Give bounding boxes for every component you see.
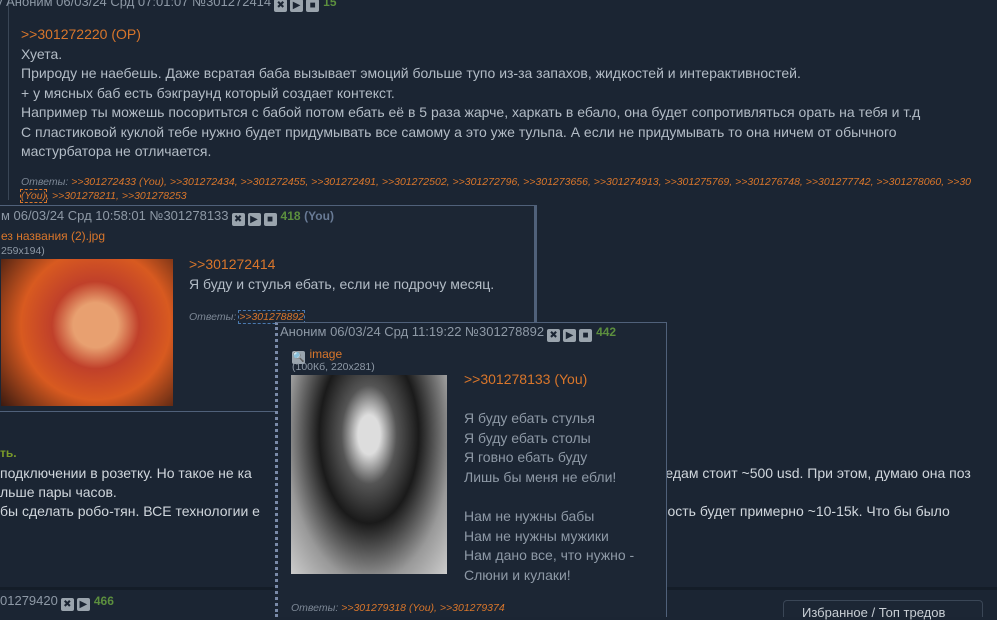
post-line: подключении в розетку. Но такое не ка bbox=[0, 465, 252, 481]
post-line: мастурбатора не отличается. bbox=[21, 143, 212, 159]
hide-icon[interactable]: ✖ bbox=[547, 329, 561, 342]
hide-icon[interactable]: ✖ bbox=[274, 0, 288, 12]
post-count: 442 bbox=[596, 325, 617, 339]
file-link[interactable]: image bbox=[309, 347, 342, 361]
post-line: Слюни и кулаки! bbox=[464, 566, 571, 583]
stop-icon[interactable]: ■ bbox=[579, 329, 593, 342]
post-image-thumbnail[interactable] bbox=[291, 375, 447, 574]
post-header: у Аноним 06/03/24 Срд 07:01:07 №30127241… bbox=[0, 0, 337, 12]
quote-link[interactable]: >>301272220 (OP) bbox=[21, 25, 991, 45]
play-icon[interactable]: ▶ bbox=[290, 0, 304, 12]
post-preview-popup: Аноним 06/03/24 Срд 11:19:22 №301278892 ✖… bbox=[275, 322, 667, 617]
play-icon[interactable]: ▶ bbox=[247, 213, 261, 226]
post-line: С пластиковой куклой тебе нужно будет пр… bbox=[21, 123, 897, 140]
post-line: Например ты можешь посоритьтся с бабой п… bbox=[21, 104, 921, 120]
post-text-right: ипедам стоит ~500 usd. При этом, думаю о… bbox=[650, 464, 990, 521]
post-body: Я буду ебать стулья Я буду ебать столы Я… bbox=[464, 409, 634, 585]
post-meta: у Аноним 06/03/24 Срд 07:01:07 №30127241… bbox=[0, 0, 272, 9]
hide-icon[interactable]: ✖ bbox=[231, 213, 245, 226]
post-line: льше пары часов. bbox=[0, 484, 117, 500]
favorites-button[interactable]: Избранное / Топ тредов bbox=[783, 600, 983, 620]
post-meta: Аноним 06/03/24 Срд 11:19:22 №301278892 bbox=[280, 324, 545, 339]
post-header: м 06/03/24 Срд 10:58:01 №301278133 ✖ ▶ ■ 418… bbox=[1, 208, 334, 226]
post-line: + у мясных баб есть бэкграунд который со… bbox=[21, 84, 395, 101]
replies: Ответы: >>301279318 (You), >>301279374 bbox=[291, 601, 505, 615]
replies: Ответы: >>301272433 (You), >>301272434, … bbox=[19, 175, 991, 203]
play-icon[interactable]: ▶ bbox=[563, 329, 577, 342]
post-line: Хуета. bbox=[21, 45, 63, 62]
post-line: Нам не нужны бабы bbox=[464, 507, 595, 524]
reply-links[interactable]: , >>301278211, >>301278253 bbox=[46, 190, 187, 202]
post-count: 418 bbox=[280, 209, 301, 223]
reply-link-you[interactable]: (You) bbox=[19, 188, 48, 203]
play-icon[interactable]: ▶ bbox=[76, 598, 90, 611]
stop-icon[interactable]: ■ bbox=[306, 0, 320, 12]
post-line: Я буду ебать стулья bbox=[464, 410, 596, 426]
post-header: Аноним 06/03/24 Срд 11:19:22 №301278892 ✖… bbox=[280, 324, 616, 342]
stop-icon[interactable]: ■ bbox=[263, 213, 277, 226]
post-text-left: подключении в розетку. Но такое не ка льш… bbox=[0, 464, 260, 521]
post-border bbox=[8, 0, 9, 200]
quote-link[interactable]: >>301272414 bbox=[189, 255, 524, 275]
hide-icon[interactable]: ✖ bbox=[60, 598, 74, 611]
post-count: 466 bbox=[93, 594, 114, 608]
post-line: ипедам стоит ~500 usd. При этом, думаю о… bbox=[650, 465, 971, 481]
post-line: Нам дано все, что нужно - bbox=[464, 547, 635, 564]
post-count: 15 bbox=[323, 0, 337, 9]
post-line: Я говно ебать буду bbox=[464, 449, 588, 466]
quote-link[interactable]: >>301278133 (You) bbox=[464, 371, 587, 387]
post-line: Природу не наебешь. Даже всратая баба вы… bbox=[21, 65, 801, 81]
post-number: 01279420 bbox=[0, 593, 58, 608]
post-line: Я буду и стулья ебать, если не подрочу м… bbox=[189, 275, 495, 292]
post-meta: м 06/03/24 Срд 10:58:01 №301278133 bbox=[1, 208, 229, 223]
post-body: >>301272414 Я буду и стулья ебать, если н… bbox=[189, 255, 524, 294]
replies-label: Ответы: bbox=[189, 311, 237, 323]
next-post-header: 01279420 ✖ ▶ 466 bbox=[0, 593, 114, 611]
post-image-thumbnail[interactable] bbox=[1, 259, 173, 406]
greentext: ть. bbox=[0, 446, 17, 460]
post-line: Я буду ебать столы bbox=[464, 429, 591, 446]
post-body: >>301272220 (OP) Хуета. Природу не наебе… bbox=[19, 25, 991, 203]
reply-links[interactable]: >>301279318 (You), >>301279374 bbox=[341, 602, 505, 614]
file-link[interactable]: ез названия (2).jpg bbox=[1, 229, 105, 243]
post-line: Лишь бы меня не ебли! bbox=[464, 468, 617, 485]
post-line: Нам не нужны мужики bbox=[464, 527, 609, 544]
replies-label: Ответы: bbox=[21, 175, 69, 188]
you-badge: (You) bbox=[304, 209, 334, 223]
reply-links[interactable]: >>301272433 (You), >>301272434, >>301272… bbox=[71, 176, 971, 188]
file-size: (100Кб, 220x281) bbox=[292, 361, 375, 373]
post-line: бы сделать робо-тян. ВСЕ технологии е bbox=[0, 503, 260, 519]
favorites-label: Избранное / Топ тредов bbox=[802, 605, 946, 620]
post-line: имость будет примерно ~10-15k. Что бы бы… bbox=[650, 503, 950, 519]
replies-label: Ответы: bbox=[291, 602, 339, 614]
file-size: 259x194) bbox=[1, 245, 45, 257]
